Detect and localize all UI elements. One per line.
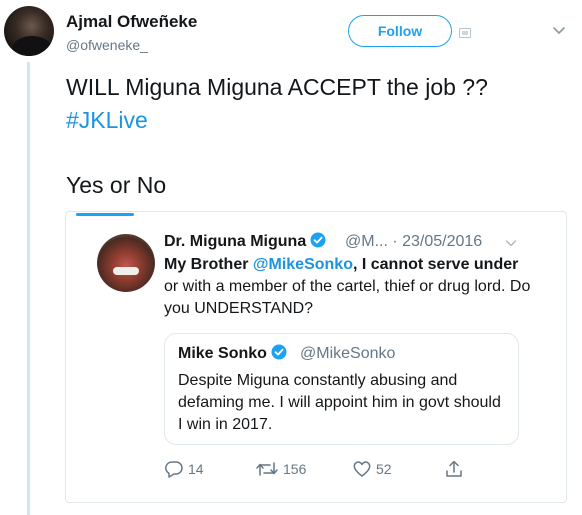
follow-button[interactable]: Follow (348, 15, 452, 47)
mention-link[interactable]: @MikeSonko (253, 256, 353, 273)
heart-icon (353, 461, 371, 477)
quoted-text-part1: My Brother (164, 256, 253, 273)
like-count: 52 (376, 461, 392, 477)
tweet-text-line2: Yes or No (66, 172, 167, 198)
tweet-text: WILL Miguna Miguna ACCEPT the job ?? (66, 74, 488, 100)
quoted-avatar[interactable] (97, 234, 155, 292)
card-highlight-bar (76, 213, 134, 216)
quoted-handle-date: @M... · 23/05/2016 (345, 233, 483, 250)
author-avatar[interactable] (4, 6, 54, 56)
author-handle[interactable]: @ofweneke_ (66, 37, 148, 53)
quoted-author-name-text: Dr. Miguna Miguna (164, 233, 307, 250)
quoted-tweet-text: My Brother @MikeSonko, I cannot serve un… (164, 254, 534, 320)
retweet-icon (256, 462, 278, 476)
share-icon (446, 460, 462, 477)
nested-verified-badge-icon (271, 344, 287, 360)
quoted-text-part2: , I cannot serve under (352, 256, 519, 273)
chevron-down-icon[interactable] (551, 22, 567, 38)
reply-icon (165, 461, 183, 478)
quoted-text-part3: or with a member of the cartel, thief or… (164, 278, 531, 317)
reply-action[interactable]: 14 (164, 460, 204, 478)
reply-count: 14 (188, 461, 204, 477)
verified-badge-icon (310, 232, 326, 248)
retweet-count: 156 (283, 461, 307, 477)
like-action[interactable]: 52 (352, 460, 392, 478)
nested-tweet-text: Despite Miguna constantly abusing and de… (178, 372, 501, 433)
thread-line (27, 62, 30, 515)
nested-author-name[interactable]: Mike Sonko (178, 344, 287, 363)
author-name[interactable]: Ajmal Ofweñeke (66, 12, 197, 32)
retweet-action[interactable]: 156 (255, 460, 306, 478)
nested-author-handle: @MikeSonko (300, 345, 396, 362)
quoted-chevron-down-icon[interactable] (504, 236, 518, 250)
nested-author-name-text: Mike Sonko (178, 345, 267, 362)
profile-card-icon[interactable] (459, 28, 471, 38)
hashtag-link[interactable]: #JKLive (66, 107, 148, 134)
share-action[interactable] (445, 460, 467, 478)
quoted-author-name[interactable]: Dr. Miguna Miguna (164, 232, 326, 251)
